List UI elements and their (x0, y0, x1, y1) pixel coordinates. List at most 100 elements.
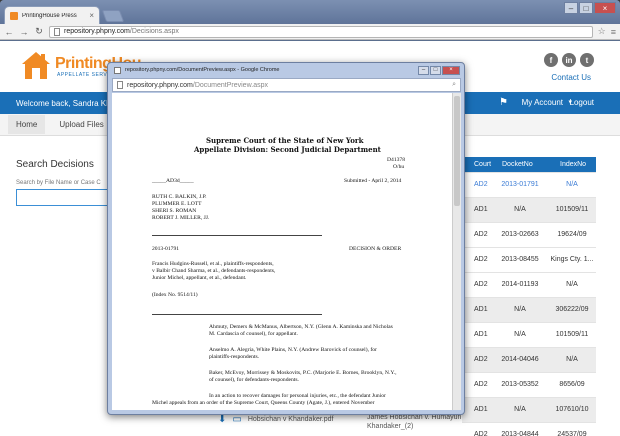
cell-court: AD1 (462, 321, 492, 347)
reload-icon[interactable]: ↻ (34, 26, 44, 37)
my-account-menu[interactable]: My Account (522, 98, 563, 107)
welcome-text: Welcome back, Sandra Khal (16, 98, 117, 108)
table-row[interactable]: AD2 2014-01193 N/A (462, 271, 596, 297)
doc-submitted: Submitted - April 2, 2014 (344, 178, 402, 184)
cell-indexno: 107610/10 (548, 396, 596, 422)
cell-indexno: Kings Cty. 1... (548, 246, 596, 272)
close-window-button[interactable]: × (594, 2, 616, 14)
cell-indexno: N/A (548, 271, 596, 297)
nav-home[interactable]: Home (8, 115, 46, 134)
back-arrow-icon[interactable]: ← (4, 27, 14, 37)
doc-ad3d: _____AD3d_____ (152, 178, 194, 184)
popup-close-button[interactable]: × (442, 65, 460, 75)
table-row[interactable]: AD2 2013-05352 8656/09 (462, 371, 596, 397)
tab-close-icon[interactable]: × (89, 11, 94, 20)
tab-strip: PrintingHouse Press × – □ × (0, 0, 620, 24)
house-logo-icon (22, 52, 50, 79)
popup-minimize-button[interactable]: – (418, 65, 429, 75)
forward-arrow-icon[interactable]: → (19, 27, 29, 37)
popup-address-page-icon (117, 81, 123, 89)
cell-indexno: 101509/11 (548, 321, 596, 347)
popup-titlebar: repository.phpny.com/DocumentPreview.asp… (108, 63, 464, 77)
cell-docketno: 2013-01791 (492, 171, 548, 197)
browser-tab[interactable]: PrintingHouse Press × (4, 6, 100, 24)
download-file-1[interactable]: Hobsichan v Khandaker.pdf (248, 416, 334, 423)
cell-docketno: 2014-01193 (492, 271, 548, 297)
popup-url: repository.phpny.com/DocumentPreview.asp… (127, 82, 268, 89)
cell-court: AD2 (462, 221, 492, 247)
doc-counsel-line: M. Cardascia of counsel), for appellant. (209, 331, 298, 337)
cell-docketno: N/A (492, 296, 548, 322)
cell-court: AD2 (462, 171, 492, 197)
browser-window: PrintingHouse Press × – □ × ← → ↻ reposi… (0, 0, 620, 436)
popup-scrollbar[interactable] (452, 93, 461, 410)
address-host: repository.phpny.com (64, 28, 130, 35)
document-page: Supreme Court of the State of New York A… (112, 93, 452, 410)
maximize-button[interactable]: □ (579, 2, 593, 14)
linkedin-icon[interactable]: in (562, 53, 576, 67)
facebook-icon[interactable]: f (544, 53, 558, 67)
download-file-2[interactable]: James Hobsichan v. Humayun Khandaker_(2) (367, 413, 461, 431)
address-bar[interactable]: repository.phpny.com/Decisions.aspx (49, 25, 593, 38)
new-tab-button[interactable] (101, 10, 125, 22)
cell-docketno: 2013-04844 (492, 421, 548, 436)
doc-sub: O/hu (393, 164, 405, 170)
table-row[interactable]: AD1 N/A 101509/11 (462, 321, 596, 347)
doc-party: Junior Michel, appellant, et al., defend… (152, 275, 247, 281)
zoom-icon[interactable]: ⌕ (452, 81, 456, 89)
twitter-icon[interactable]: t (580, 53, 594, 67)
popup-maximize-button[interactable]: □ (430, 65, 441, 75)
table-row[interactable]: AD2 2013-01791 N/A (462, 171, 596, 197)
window-controls: – □ × (564, 2, 616, 14)
doc-court-heading: Supreme Court of the State of New York (206, 136, 364, 145)
nav-upload-files[interactable]: Upload Files (59, 120, 103, 129)
col-court[interactable]: Court (462, 157, 492, 172)
cell-indexno: 101509/11 (548, 196, 596, 222)
logout-link[interactable]: Logout (570, 98, 594, 107)
site-favicon-icon (10, 11, 18, 20)
bookmark-star-icon[interactable]: ☆ (598, 26, 606, 37)
cell-docketno: 2013-02663 (492, 221, 548, 247)
cell-indexno: 19624/09 (548, 221, 596, 247)
table-row[interactable]: AD2 2013-04844 24537/09 (462, 421, 596, 436)
download-icon[interactable]: ⬇ (218, 414, 226, 425)
cell-docketno: 2013-08455 (492, 246, 548, 272)
popup-address-bar[interactable]: repository.phpny.com/DocumentPreview.asp… (112, 78, 461, 92)
page-icon (54, 27, 60, 36)
browser-toolbar: ← → ↻ repository.phpny.com/Decisions.asp… (0, 24, 620, 40)
table-row[interactable]: AD1 N/A 107610/10 (462, 396, 596, 422)
scrollbar-thumb[interactable] (454, 96, 460, 206)
doc-counsel-line: plaintiffs-respondents. (209, 354, 260, 360)
table-row[interactable]: AD2 2014-04046 N/A (462, 346, 596, 372)
chrome-menu-icon[interactable]: ≡ (611, 27, 616, 37)
cell-court: AD1 (462, 196, 492, 222)
download-row: ⬇ ▭ Hobsichan v Khandaker.pdf (218, 414, 333, 425)
address-url: repository.phpny.com/Decisions.aspx (64, 28, 179, 35)
flag-icon: ⚑ (499, 97, 508, 108)
doc-docket: 2013-01791 (152, 246, 180, 252)
cell-court: AD1 (462, 396, 492, 422)
table-row[interactable]: AD1 N/A 306222/09 (462, 296, 596, 322)
results-table: Court DocketNo IndexNo AD2 2013-01791 N/A A… (462, 157, 596, 436)
table-row[interactable]: AD1 N/A 101509/11 (462, 196, 596, 222)
contact-us-link[interactable]: Contact Us (551, 73, 591, 82)
cell-indexno: 8656/09 (548, 371, 596, 397)
tab-title: PrintingHouse Press (22, 12, 77, 19)
table-row[interactable]: AD2 2013-08455 Kings Cty. 1... (462, 246, 596, 272)
col-docketno[interactable]: DocketNo (492, 157, 548, 172)
cell-docketno: 2014-04046 (492, 346, 548, 372)
minimize-button[interactable]: – (564, 2, 578, 14)
doc-rule (152, 314, 322, 315)
popup-url-host: repository.phpny.com (127, 81, 193, 89)
col-indexno[interactable]: IndexNo (548, 157, 596, 172)
popup-title: repository.phpny.com/DocumentPreview.asp… (125, 67, 280, 73)
search-input[interactable] (16, 189, 116, 206)
monitor-icon[interactable]: ▭ (232, 414, 241, 425)
cell-indexno: 306222/09 (548, 296, 596, 322)
search-decisions-title: Search Decisions (16, 159, 94, 170)
address-path: /Decisions.aspx (129, 28, 179, 35)
table-row[interactable]: AD2 2013-02663 19624/09 (462, 221, 596, 247)
cell-court: AD2 (462, 271, 492, 297)
doc-division-heading: Appellate Division: Second Judicial Depa… (194, 145, 381, 154)
popup-window-controls: – □ × (418, 65, 460, 75)
